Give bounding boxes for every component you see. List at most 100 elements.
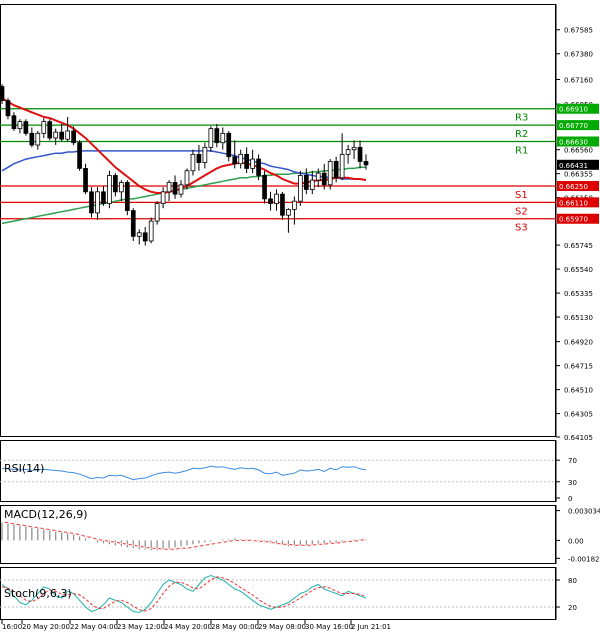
candle-body	[280, 193, 285, 216]
moving-average-red	[1, 97, 367, 194]
price-tick-label: 0.65540	[564, 266, 593, 274]
candle-body	[95, 191, 100, 214]
candle-body	[77, 142, 82, 169]
price-tick-label: 0.64510	[564, 387, 593, 395]
time-tick-label: 29 May 08:00	[258, 623, 306, 631]
macd-label: MACD(12,26,9)	[4, 508, 88, 521]
time-tick-label: 24 May 20:00	[164, 623, 212, 631]
candle-body	[160, 191, 166, 204]
candle-body	[268, 198, 273, 204]
candle-body	[184, 170, 190, 186]
price-tick-label: 0.66560	[564, 147, 593, 155]
macd-tick-label: -0.001826	[568, 555, 600, 563]
candle-body	[327, 161, 333, 186]
candle-body	[142, 232, 148, 242]
candle-body	[292, 200, 297, 210]
time-tick-label: 22 May 04:00	[70, 623, 118, 631]
rsi-line	[1, 465, 367, 481]
price-tick-label: 0.67160	[564, 76, 593, 84]
price-tick-label: 0.65745	[564, 242, 593, 250]
candle-body	[113, 175, 118, 193]
candle-body	[202, 146, 208, 163]
level-label-s3: S3	[515, 223, 528, 234]
price-tag-label: 0.66630	[559, 139, 588, 147]
price-tick-label: 0.64920	[564, 339, 593, 347]
candle-body	[339, 153, 345, 179]
rsi-label: RSI(14)	[4, 462, 44, 475]
candle-body	[11, 115, 17, 130]
rsi-tick-label: 30	[568, 479, 577, 487]
candle-body	[357, 146, 363, 162]
trading-chart: 0.675850.673800.671600.669500.665600.663…	[0, 4, 600, 631]
candle-body	[274, 193, 279, 204]
time-tick-label: 16:00	[2, 623, 22, 631]
candle-body	[119, 182, 124, 193]
stoch-tick-label: 80	[568, 577, 577, 585]
level-label-r2: R2	[515, 129, 528, 140]
pane-frame-rsi	[0, 440, 556, 502]
macd-signal-dash	[1, 521, 367, 550]
stoch-tick-label: 20	[568, 604, 577, 612]
pane-frame-stoch	[0, 567, 556, 620]
level-label-s1: S1	[515, 190, 528, 201]
level-label-r1: R1	[515, 146, 528, 157]
candle-body	[136, 232, 142, 237]
price-tick-label: 0.64715	[564, 363, 593, 371]
candle-body	[53, 131, 59, 139]
candle-body	[101, 191, 106, 204]
moving-average-blue	[1, 150, 367, 181]
candle-body	[196, 153, 202, 163]
price-tick-label: 0.67585	[564, 27, 593, 35]
candle-body	[130, 210, 136, 237]
candle-body	[321, 172, 327, 186]
candle-body	[250, 158, 255, 169]
candle-body	[41, 121, 47, 134]
level-label-r3: R3	[515, 113, 528, 124]
time-tick-label: 30 May 16:00	[305, 623, 353, 631]
time-tick-label: 23 May 12:00	[117, 623, 165, 631]
candle-body	[208, 128, 214, 148]
candle-body	[220, 132, 226, 144]
candle-body	[65, 130, 70, 140]
candle-body	[0, 86, 5, 101]
candle-body	[226, 132, 232, 158]
candle-body	[232, 156, 238, 165]
pane-frame-main	[0, 4, 556, 437]
candle-body	[148, 220, 154, 242]
candle-body	[178, 184, 184, 195]
candle-body	[107, 175, 112, 204]
candle-body	[47, 121, 53, 139]
candle-body	[309, 179, 315, 190]
candle-body	[363, 161, 369, 166]
macd-tick-label: 0.003034	[568, 508, 600, 516]
candle-body	[172, 182, 178, 195]
candle-body	[89, 191, 94, 214]
price-tag-label: 0.66110	[559, 199, 588, 207]
candle-body	[351, 146, 357, 151]
candle-body	[71, 130, 76, 144]
time-tick-label: 2 Jun 21:01	[351, 623, 391, 631]
candle-body	[345, 149, 351, 155]
candle-body	[35, 132, 41, 146]
price-tick-label: 0.64305	[564, 411, 593, 419]
price-tick-label: 0.67380	[564, 51, 593, 59]
candle-body	[59, 131, 65, 140]
candle-body	[303, 175, 309, 190]
candle-body	[244, 153, 249, 169]
price-tag-label: 0.66910	[559, 106, 588, 114]
candle-body	[256, 158, 261, 176]
candle-body	[190, 153, 196, 172]
macd-tick-label: 0.00	[568, 537, 584, 545]
price-tag-label: 0.66431	[559, 162, 588, 170]
candle-body	[214, 128, 220, 144]
time-tick-label: 20 May 20:00	[22, 623, 70, 631]
candle-body	[286, 208, 291, 216]
candle-body	[166, 182, 172, 193]
candle-body	[29, 132, 35, 146]
stoch-label: Stoch(9,6,3)	[4, 587, 72, 600]
candle-body	[124, 182, 130, 211]
price-tick-label: 0.65130	[564, 314, 593, 322]
time-tick-label: 28 May 00:00	[211, 623, 259, 631]
price-tick-label: 0.64105	[564, 434, 593, 442]
candle-body	[333, 161, 339, 179]
